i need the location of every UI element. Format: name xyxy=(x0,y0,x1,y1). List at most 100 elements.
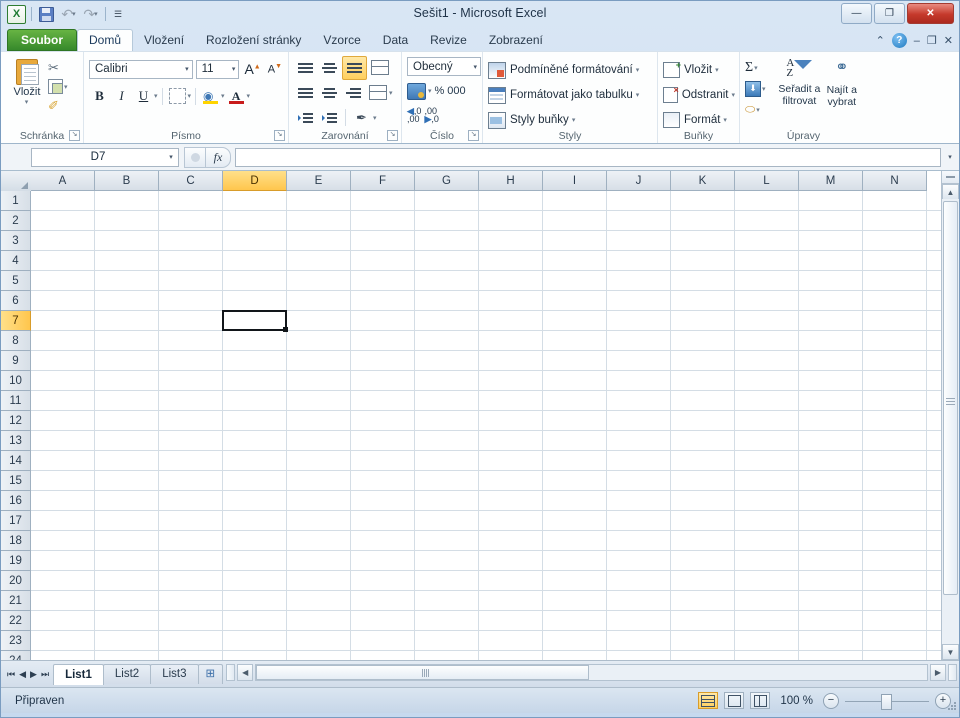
shrink-font-button[interactable]: A▼ xyxy=(266,63,284,76)
column-header-l[interactable]: L xyxy=(735,171,799,191)
column-header-e[interactable]: E xyxy=(287,171,351,191)
split-box-horizontal[interactable] xyxy=(226,664,236,681)
normal-view-button[interactable] xyxy=(698,692,719,709)
row-header-19[interactable]: 19 xyxy=(1,551,31,571)
resize-grip[interactable] xyxy=(947,701,957,711)
column-header-i[interactable]: I xyxy=(543,171,607,191)
currency-caret-icon[interactable]: ▾ xyxy=(428,87,432,95)
align-center-button[interactable] xyxy=(318,82,341,104)
nav-next-sheet-icon[interactable]: ▶ xyxy=(30,669,37,680)
alignment-dialog-launcher[interactable]: ↘ xyxy=(387,130,398,141)
font-color-button[interactable]: A xyxy=(226,86,247,107)
fill-color-caret-icon[interactable]: ▾ xyxy=(221,92,225,100)
orientation-button[interactable]: ✒ xyxy=(350,107,373,129)
column-header-f[interactable]: F xyxy=(351,171,415,191)
window-close-button[interactable]: ✕ xyxy=(907,3,954,24)
copy-button[interactable]: ▾ xyxy=(47,77,79,96)
wrap-text-button[interactable] xyxy=(368,57,391,79)
window-maximize-button[interactable]: ❐ xyxy=(874,3,905,24)
vertical-scroll-track[interactable] xyxy=(942,199,959,644)
format-as-table-button[interactable]: Formátovat jako tabulku ▾ xyxy=(488,84,653,106)
merge-caret-icon[interactable]: ▾ xyxy=(389,89,393,97)
font-dialog-launcher[interactable]: ↘ xyxy=(274,130,285,141)
page-break-view-button[interactable] xyxy=(750,692,771,709)
align-top-button[interactable] xyxy=(294,57,317,79)
sheet-tab-list2[interactable]: List2 xyxy=(102,664,152,684)
font-family-combo[interactable]: Calibri ▾ xyxy=(89,59,193,79)
tab-revize[interactable]: Revize xyxy=(419,30,478,51)
column-header-d[interactable]: D xyxy=(223,171,287,191)
insert-cells-button[interactable]: Vložit ▾ xyxy=(663,59,735,81)
align-bottom-button[interactable] xyxy=(342,55,367,80)
clipboard-dialog-launcher[interactable]: ↘ xyxy=(69,130,80,141)
window-minimize-button[interactable]: — xyxy=(841,3,872,24)
cut-button[interactable]: ✂ xyxy=(48,58,79,77)
underline-caret-icon[interactable]: ▾ xyxy=(154,92,158,100)
zoom-slider[interactable] xyxy=(845,693,929,710)
nav-first-sheet-icon[interactable]: ⏮ xyxy=(7,669,15,680)
align-right-button[interactable] xyxy=(342,82,365,104)
column-header-j[interactable]: J xyxy=(607,171,671,191)
row-header-15[interactable]: 15 xyxy=(1,471,31,491)
row-header-17[interactable]: 17 xyxy=(1,511,31,531)
autosum-button[interactable]: Σ ▾ xyxy=(745,57,778,78)
nav-prev-sheet-icon[interactable]: ◀ xyxy=(19,669,26,680)
row-header-11[interactable]: 11 xyxy=(1,391,31,411)
row-header-22[interactable]: 22 xyxy=(1,611,31,631)
vertical-scrollbar[interactable]: ▲ ▼ xyxy=(941,171,959,660)
borders-button[interactable] xyxy=(167,86,188,107)
align-middle-button[interactable] xyxy=(318,57,341,79)
clear-button[interactable]: ⬭ ▾ xyxy=(745,99,778,120)
currency-button[interactable] xyxy=(407,81,426,101)
expand-formula-bar-icon[interactable]: ▾ xyxy=(943,153,957,161)
sort-filter-button[interactable]: AZ Seřadit a filtrovat xyxy=(778,55,820,121)
sheet-tab-list3[interactable]: List3 xyxy=(150,664,199,684)
fill-button[interactable]: ⬇ ▾ xyxy=(745,78,778,99)
doc-restore-icon[interactable]: ❐ xyxy=(927,34,937,47)
row-header-23[interactable]: 23 xyxy=(1,631,31,651)
font-color-caret-icon[interactable]: ▾ xyxy=(247,92,251,100)
tab-rozlozeni-stranky[interactable]: Rozložení stránky xyxy=(195,30,312,51)
horizontal-scrollbar[interactable]: ◀ ▶ xyxy=(222,661,959,681)
percent-button[interactable]: % xyxy=(435,81,445,101)
select-all-button[interactable] xyxy=(1,171,32,192)
row-header-4[interactable]: 4 xyxy=(1,251,31,271)
comma-style-button[interactable]: 000 xyxy=(447,81,465,101)
scroll-up-button[interactable]: ▲ xyxy=(942,184,959,200)
scroll-right-button[interactable]: ▶ xyxy=(930,664,946,681)
tab-vlozeni[interactable]: Vložení xyxy=(133,30,195,51)
tab-soubor[interactable]: Soubor xyxy=(7,29,77,51)
underline-button[interactable]: U xyxy=(133,86,154,107)
row-header-9[interactable]: 9 xyxy=(1,351,31,371)
insert-function-button[interactable]: fx xyxy=(205,146,231,168)
row-header-18[interactable]: 18 xyxy=(1,531,31,551)
doc-minimize-icon[interactable]: – xyxy=(914,35,920,47)
name-box-caret-icon[interactable]: ▾ xyxy=(164,153,178,161)
cells-area[interactable] xyxy=(31,191,942,660)
row-header-8[interactable]: 8 xyxy=(1,331,31,351)
column-header-h[interactable]: H xyxy=(479,171,543,191)
tab-vzorce[interactable]: Vzorce xyxy=(312,30,371,51)
row-header-21[interactable]: 21 xyxy=(1,591,31,611)
bold-button[interactable]: B xyxy=(89,86,110,107)
row-header-20[interactable]: 20 xyxy=(1,571,31,591)
column-header-c[interactable]: C xyxy=(159,171,223,191)
row-header-5[interactable]: 5 xyxy=(1,271,31,291)
column-header-a[interactable]: A xyxy=(31,171,95,191)
cell-styles-button[interactable]: Styly buňky ▾ xyxy=(488,109,653,131)
increase-decimal-button[interactable]: ◀,0,00 xyxy=(407,105,421,125)
sheet-tab-list1[interactable]: List1 xyxy=(53,664,104,685)
merge-center-button[interactable] xyxy=(366,82,389,104)
decrease-indent-button[interactable] xyxy=(294,107,317,129)
paste-button[interactable]: Vložit ▾ xyxy=(6,55,48,117)
split-box-vertical[interactable] xyxy=(942,171,959,184)
scroll-down-button[interactable]: ▼ xyxy=(942,644,959,660)
paste-caret-icon[interactable]: ▾ xyxy=(25,98,29,106)
borders-caret-icon[interactable]: ▾ xyxy=(188,92,192,100)
column-header-k[interactable]: K xyxy=(671,171,735,191)
zoom-out-button[interactable]: − xyxy=(823,692,839,709)
increase-indent-button[interactable] xyxy=(318,107,341,129)
help-icon[interactable]: ? xyxy=(891,33,907,48)
row-header-16[interactable]: 16 xyxy=(1,491,31,511)
selected-cell-d7[interactable] xyxy=(222,310,288,332)
